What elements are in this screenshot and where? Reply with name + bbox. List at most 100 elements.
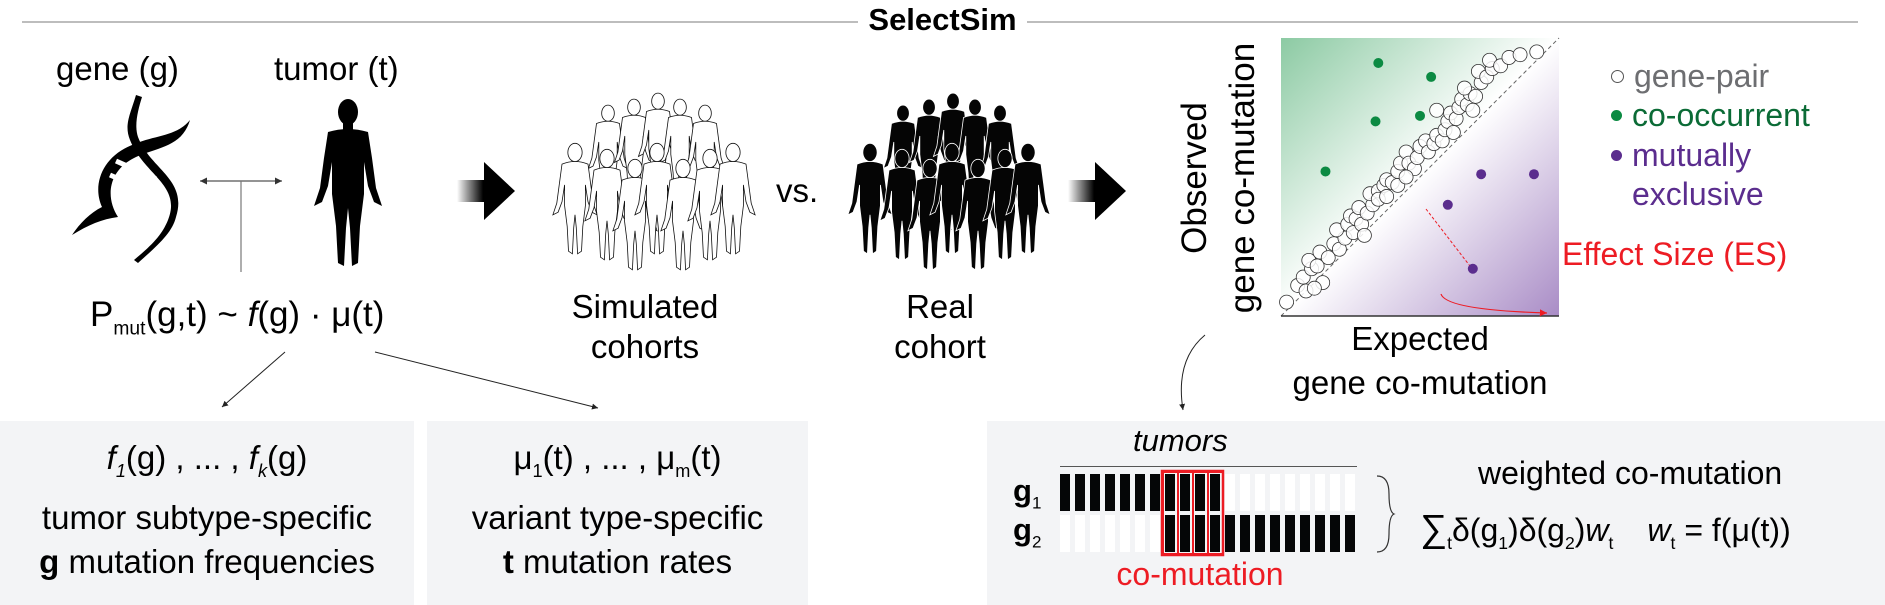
tumors-label: tumors	[1133, 423, 1228, 458]
co-occurrent-point	[1415, 110, 1425, 121]
arrow-to-gene-freq	[221, 351, 286, 408]
g2-tumor-bar	[1120, 515, 1130, 552]
mu1-sub: 1	[532, 461, 543, 482]
gene-tumor-connector	[200, 177, 282, 272]
mutually-exclusive-point	[1476, 169, 1487, 180]
weight-sub: t	[1608, 532, 1614, 553]
g2-tumor-bar	[1060, 515, 1070, 552]
real-label-1: Real	[906, 288, 974, 325]
weight-symbol: w	[1585, 512, 1609, 548]
brace-icon	[1376, 475, 1396, 553]
g2-tumor-bar	[1090, 515, 1100, 552]
g1-symbol: g	[1013, 473, 1032, 508]
flow-arrow-2	[1068, 162, 1126, 220]
formula-mu: μ	[331, 295, 352, 334]
legend-co-occurrent: co-occurrent	[1611, 97, 1810, 134]
delta-close: )	[1574, 512, 1586, 548]
g2-tumor-bar	[1240, 515, 1250, 552]
g1-tumor-bar	[1345, 474, 1355, 511]
g2-tumor-bar	[1285, 515, 1295, 552]
legend-gene-pair-label: gene-pair	[1634, 58, 1770, 94]
gene-pair-point	[1445, 125, 1461, 140]
gene-frequency-line2: g mutation frequencies	[0, 543, 414, 581]
g2-tumor-bar	[1330, 515, 1340, 552]
scatter-plot	[1279, 37, 1560, 317]
gene-pair-point	[1306, 280, 1322, 296]
mutation-probability-formula: Pmut(g,t) ~ f(g) · μ(t)	[90, 295, 384, 341]
legend-mutually-label: mutually	[1632, 137, 1752, 173]
g1-tumor-bar	[1135, 474, 1145, 511]
scatter-ylabel-1: Observed	[1175, 102, 1214, 254]
g1-tumor-bar	[1300, 474, 1310, 511]
gene-pair-point	[1357, 227, 1372, 243]
tumor-rate-line1: variant type-specific	[471, 499, 764, 536]
scatter-xlabel-2: gene co-mutation	[1292, 364, 1548, 401]
co-occurrent-dot-icon	[1611, 110, 1622, 121]
g2-tumor-bar	[1135, 515, 1145, 552]
formula-args: (g,t) ~	[145, 295, 248, 334]
gene-pair-point	[1429, 102, 1445, 118]
co-occurrent-point	[1320, 166, 1331, 177]
tumor-rate-rest: mutation rates	[513, 543, 733, 580]
fk-sub: k	[257, 461, 268, 482]
g2-tumor-bar	[1255, 515, 1265, 552]
g2-tumor-bar	[1165, 515, 1175, 552]
scatter-ylabel-2: gene co-mutation	[1223, 42, 1262, 314]
formula-mu-args: (t)	[351, 295, 385, 334]
g1-tumor-bar	[1120, 474, 1130, 511]
delta-g1-sub: 1	[1498, 532, 1509, 553]
f1-symbol: f	[106, 439, 116, 476]
g2-tumor-bar	[1270, 515, 1280, 552]
vs-label: vs.	[776, 172, 819, 209]
g1-tumor-bar	[1195, 474, 1205, 511]
g1-tumor-bar	[1090, 474, 1100, 511]
g1-tumor-bar	[1270, 474, 1280, 511]
g1-tumor-bar	[1330, 474, 1340, 511]
mum-symbol: μ	[656, 439, 676, 476]
g2-tumor-bar	[1300, 515, 1310, 552]
mutually-exclusive-point	[1528, 169, 1539, 180]
delta-g2-sub: 2	[1564, 532, 1575, 553]
mutation-matrix	[1060, 469, 1355, 557]
g1-tumor-bar	[1225, 474, 1235, 511]
co-occurrent-point	[1426, 71, 1437, 82]
g2-label: g2	[1013, 512, 1041, 553]
fk-symbol: f	[248, 439, 258, 476]
gene-pair-point	[1512, 47, 1528, 63]
tumor-rate-formula: μ1(t) , ... , μm(t)	[427, 439, 808, 482]
g2-tumor-bar	[1210, 515, 1220, 552]
g1-tumor-bar	[1060, 474, 1070, 511]
mum-sub: m	[675, 461, 691, 482]
g1-label: g1	[1013, 473, 1041, 514]
gene-pair-point	[1279, 294, 1294, 310]
g2-tumor-bar	[1180, 515, 1190, 552]
mum-args: (t)	[690, 439, 722, 476]
formula-dot: ·	[300, 295, 332, 334]
g2-symbol: g	[1013, 512, 1032, 547]
gene-pair-point	[1529, 44, 1545, 60]
fk-args: (g)	[267, 439, 308, 476]
tumor-rate-bold: t	[502, 543, 514, 580]
weighted-comutation-label: weighted co-mutation	[1478, 455, 1783, 491]
legend-exclusive: exclusive	[1632, 176, 1764, 213]
f1-sub: 1	[115, 461, 126, 482]
flow-arrow-1	[457, 162, 515, 220]
legend-gene-pair: gene-pair	[1611, 58, 1769, 95]
gene-pair-point	[1398, 169, 1414, 185]
formula-p: P	[90, 295, 114, 334]
sum-symbol: ∑	[1420, 508, 1448, 550]
co-occurrent-point	[1370, 116, 1381, 127]
dna-icon	[72, 95, 190, 263]
g1-tumor-bar	[1210, 474, 1220, 511]
tumors-rule	[1060, 466, 1357, 467]
diagram-title: SelectSim	[858, 2, 1027, 37]
g2-tumor-bar	[1150, 515, 1160, 552]
delta-g2: )δ(g	[1508, 512, 1565, 548]
g2-tumor-bar	[1225, 515, 1235, 552]
tumor-rate-panel: μ1(t) , ... , μm(t) variant type-specifi…	[427, 421, 808, 605]
g1-tumor-bar	[1240, 474, 1250, 511]
gene-frequency-line1: tumor subtype-specific	[41, 499, 373, 536]
g1-tumor-bar	[1150, 474, 1160, 511]
gene-pair-point	[1465, 102, 1481, 118]
scatter-xlabel-1: Expected	[1351, 320, 1489, 357]
